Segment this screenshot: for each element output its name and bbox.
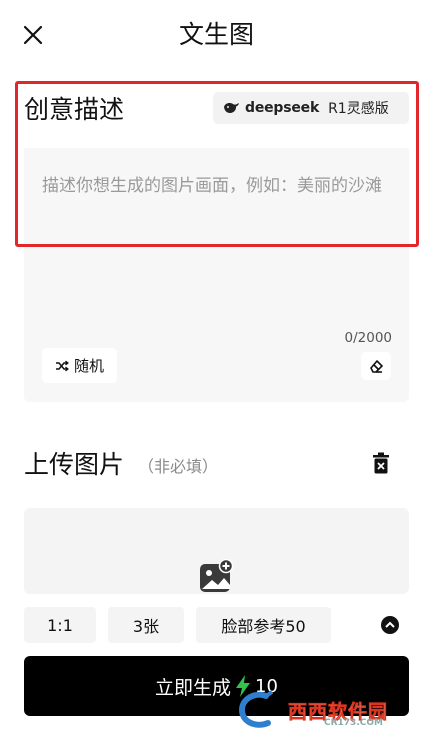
aspect-ratio-selector[interactable]: 1:1	[24, 607, 96, 643]
deepseek-brand-text: deepseek	[245, 100, 320, 116]
generate-button[interactable]: 立即生成 10	[24, 656, 409, 716]
upload-section-title: 上传图片	[24, 450, 125, 479]
random-label: 随机	[73, 357, 104, 375]
options-collapse-button[interactable]	[381, 616, 399, 634]
prompt-section-title: 创意描述	[24, 95, 125, 124]
lightning-icon	[236, 675, 251, 697]
add-image-icon	[200, 558, 234, 592]
delete-image-button[interactable]	[368, 449, 394, 477]
face-reference-selector[interactable]: 脸部参考50	[196, 607, 331, 643]
upload-optional-note: （非必填）	[138, 457, 219, 476]
add-image-button[interactable]	[198, 558, 234, 595]
trash-icon	[373, 452, 389, 474]
model-tag: R1灵感版	[328, 101, 389, 117]
eraser-icon	[370, 360, 383, 373]
watermark-domain: CR173.COM	[324, 718, 383, 728]
clear-prompt-button[interactable]	[361, 352, 391, 380]
image-count-selector[interactable]: 3张	[108, 607, 184, 643]
chevron-up-icon	[385, 621, 395, 628]
deepseek-model-button[interactable]: deepseek R1灵感版	[213, 92, 409, 124]
char-counter: 0/2000	[344, 330, 393, 346]
deepseek-whale-icon	[224, 103, 239, 113]
generate-label: 立即生成	[155, 676, 232, 699]
shuffle-icon	[55, 360, 69, 371]
random-prompt-button[interactable]: 随机	[42, 348, 117, 383]
generate-cost: 10	[255, 675, 278, 697]
prompt-placeholder: 描述你想生成的图片画面，例如：美丽的沙滩	[42, 176, 382, 196]
page-title: 文生图	[178, 20, 254, 49]
